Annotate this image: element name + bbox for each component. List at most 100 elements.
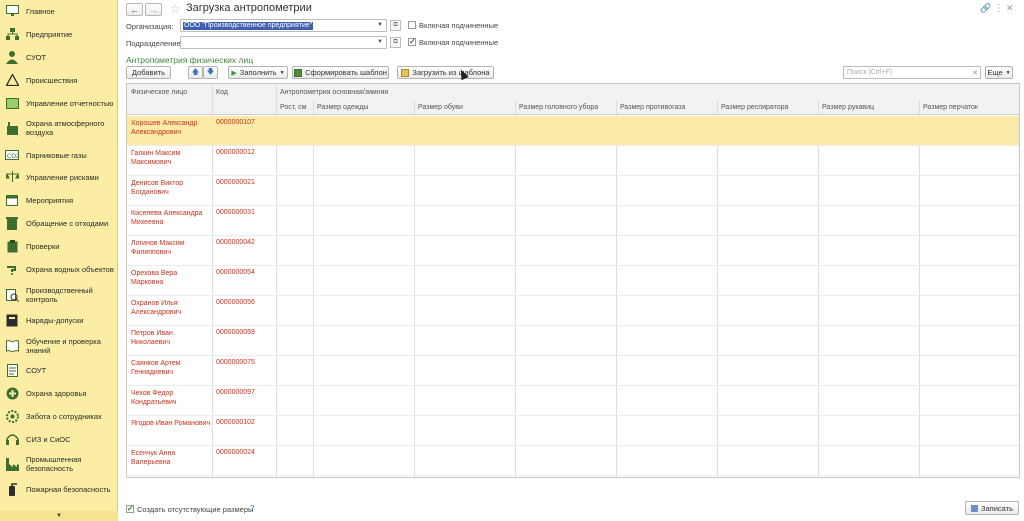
table-row[interactable]: Ягодов Иван Романович 0000000102 — [127, 416, 1019, 446]
code-cell[interactable]: 0000000042 — [216, 239, 255, 246]
sidebar-item-water[interactable]: Охрана водных объектов — [0, 260, 118, 278]
code-cell[interactable]: 0000000107 — [216, 119, 255, 126]
col-header-gloves-size[interactable]: Размер перчаток — [923, 104, 978, 111]
code-cell[interactable]: 0000000024 — [216, 449, 255, 456]
table-row[interactable]: Логинов Максим Филиппович 0000000042 — [127, 236, 1019, 266]
col-header-headwear-size[interactable]: Размер головного убора — [519, 104, 598, 111]
anthropometry-table[interactable]: Физическое лицо Код Антропометрия основн… — [126, 83, 1020, 478]
sidebar-item-label: Обращение с отходами — [26, 218, 109, 228]
code-cell[interactable]: 0000000102 — [216, 419, 255, 426]
sidebar-item-industrial-safety[interactable]: Промышленная безопасность — [0, 452, 118, 476]
person-cell[interactable]: Галкин Максим Максимович — [131, 149, 211, 167]
favorite-star-icon[interactable]: ☆ — [170, 2, 181, 16]
clear-search-icon[interactable]: ✕ — [970, 66, 980, 79]
code-cell[interactable]: 0000000056 — [216, 299, 255, 306]
code-cell[interactable]: 0000000075 — [216, 359, 255, 366]
close-icon[interactable]: ✕ — [1006, 3, 1014, 14]
chevron-down-icon[interactable]: ▼ — [377, 22, 383, 28]
sidebar-item-air[interactable]: Охрана атмосферного воздуха — [0, 116, 118, 140]
sidebar-item-care[interactable]: Забота о сотрудниках — [0, 407, 118, 425]
col-header-height[interactable]: Рост, см — [280, 104, 306, 111]
link-icon[interactable]: 🔗 — [980, 3, 991, 14]
move-up-button[interactable]: 🡅 — [188, 66, 203, 79]
org-include-subordinates-checkbox[interactable] — [408, 21, 416, 29]
sidebar-item-label: СИЗ и СиОС — [26, 434, 71, 444]
col-header-person[interactable]: Физическое лицо — [131, 89, 187, 96]
sidebar-item-events[interactable]: Мероприятия — [0, 191, 118, 209]
col-header-clothing-size[interactable]: Размер одежды — [317, 104, 368, 111]
code-cell[interactable]: 0000000097 — [216, 389, 255, 396]
load-template-button[interactable]: Загрузить из шаблона — [397, 66, 494, 79]
fill-button[interactable]: ▶ Заполнить ▼ — [228, 66, 288, 79]
sidebar-item-label: СОУТ — [26, 365, 47, 375]
person-cell[interactable]: Логинов Максим Филиппович — [131, 239, 211, 257]
person-cell[interactable]: Хорошев Александр Александрович — [131, 119, 211, 137]
sidebar-item-permits[interactable]: Наряды-допуски — [0, 311, 118, 329]
sidebar-item-waste[interactable]: Обращение с отходами — [0, 214, 118, 232]
sidebar-item-health[interactable]: Охрана здоровья — [0, 384, 118, 402]
person-cell[interactable]: Ягодов Иван Романович — [131, 419, 211, 428]
sidebar-item-inspections[interactable]: Проверки — [0, 237, 118, 255]
chevron-down-icon[interactable]: ▼ — [377, 39, 383, 45]
back-button[interactable]: ← — [126, 3, 143, 16]
add-button[interactable]: Добавить — [126, 66, 171, 79]
sidebar-item-fire-safety[interactable]: Пожарная безопасность — [0, 480, 118, 498]
table-row[interactable]: Орехова Вера Марковна 0000000054 — [127, 266, 1019, 296]
dept-include-subordinates-checkbox[interactable]: ✓ — [408, 38, 416, 46]
sidebar-item-sout[interactable]: СОУТ — [0, 361, 118, 379]
open-department-button[interactable]: ⧉ — [390, 37, 401, 48]
sidebar-item-incidents[interactable]: Происшествия — [0, 71, 118, 89]
person-cell[interactable]: Саянков Артем Геннадиевич — [131, 359, 211, 377]
move-down-button[interactable]: 🡇 — [203, 66, 218, 79]
more-button[interactable]: Еще ▼ — [985, 66, 1013, 79]
search-input[interactable]: Поиск (Ctrl+F) — [843, 66, 981, 79]
col-header-respirator-size[interactable]: Размер респиратора — [721, 104, 788, 111]
person-cell[interactable]: Есенчук Анна Валерьевна — [131, 449, 211, 467]
sidebar-item-main[interactable]: Главное — [0, 2, 118, 20]
code-cell[interactable]: 0000000031 — [216, 209, 255, 216]
table-row[interactable]: Есенчук Анна Валерьевна 0000000024 — [127, 446, 1019, 476]
person-cell[interactable]: Киселева Александра Михеевна — [131, 209, 211, 227]
person-cell[interactable]: Орехова Вера Марковна — [131, 269, 211, 287]
page-title: Загрузка антропометрии — [186, 2, 312, 14]
sidebar-item-ppe[interactable]: СИЗ и СиОС — [0, 430, 118, 448]
sidebar-item-production-control[interactable]: Производственный контроль — [0, 283, 118, 307]
person-cell[interactable]: Чехов Федор Кондратьевич — [131, 389, 211, 407]
sidebar-item-enterprise[interactable]: Предприятие — [0, 25, 118, 43]
more-vert-icon[interactable]: ⋮ — [994, 3, 1004, 14]
organization-field[interactable]: ООО "Производственное предприятие" ▼ — [180, 19, 387, 32]
col-header-gasmask-size[interactable]: Размер противогаза — [620, 104, 685, 111]
create-missing-sizes-checkbox[interactable]: ✓ — [126, 505, 134, 513]
code-cell[interactable]: 0000000012 — [216, 149, 255, 156]
make-template-button[interactable]: Сформировать шаблон — [292, 66, 389, 79]
col-header-code[interactable]: Код — [216, 89, 228, 96]
table-row[interactable]: Хорошев Александр Александрович 000000010… — [127, 116, 1019, 146]
sidebar-item-training[interactable]: Обучение и проверка знаний — [0, 334, 118, 358]
table-row[interactable]: Галкин Максим Максимович 0000000012 — [127, 146, 1019, 176]
forward-button[interactable]: → — [145, 3, 162, 16]
person-cell[interactable]: Петров Иван Николаевич — [131, 329, 211, 347]
table-row[interactable]: Петров Иван Николаевич 0000000059 — [127, 326, 1019, 356]
sidebar-item-reporting[interactable]: Управление отчетностью — [0, 94, 118, 112]
save-button[interactable]: Записать — [965, 501, 1019, 515]
table-row[interactable]: Охранов Илья Александрович 0000000056 — [127, 296, 1019, 326]
person-cell[interactable]: Денисов Виктор Богданович — [131, 179, 211, 197]
table-row[interactable]: Киселева Александра Михеевна 0000000031 — [127, 206, 1019, 236]
table-row[interactable]: Чехов Федор Кондратьевич 0000000097 — [127, 386, 1019, 416]
help-icon[interactable]: ? — [250, 504, 254, 513]
sidebar-item-risks[interactable]: Управление рисками — [0, 168, 118, 186]
code-cell[interactable]: 0000000059 — [216, 329, 255, 336]
table-row[interactable]: Денисов Виктор Богданович 0000000021 — [127, 176, 1019, 206]
sidebar-item-greenhouse[interactable]: CO2 Парниковые газы — [0, 146, 118, 164]
code-cell[interactable]: 0000000054 — [216, 269, 255, 276]
sidebar-item-suot[interactable]: СУОТ — [0, 48, 118, 66]
col-header-mittens-size[interactable]: Размер рукавиц — [822, 104, 874, 111]
department-field[interactable]: ▼ — [180, 36, 387, 49]
code-cell[interactable]: 0000000021 — [216, 179, 255, 186]
tree-icon — [5, 27, 19, 41]
open-organization-button[interactable]: ⧉ — [390, 20, 401, 31]
table-row[interactable]: Саянков Артем Геннадиевич 0000000075 — [127, 356, 1019, 386]
col-header-shoe-size[interactable]: Размер обуви — [418, 104, 463, 111]
person-cell[interactable]: Охранов Илья Александрович — [131, 299, 211, 317]
sidebar-scroll-down[interactable]: ▼ — [0, 511, 118, 521]
